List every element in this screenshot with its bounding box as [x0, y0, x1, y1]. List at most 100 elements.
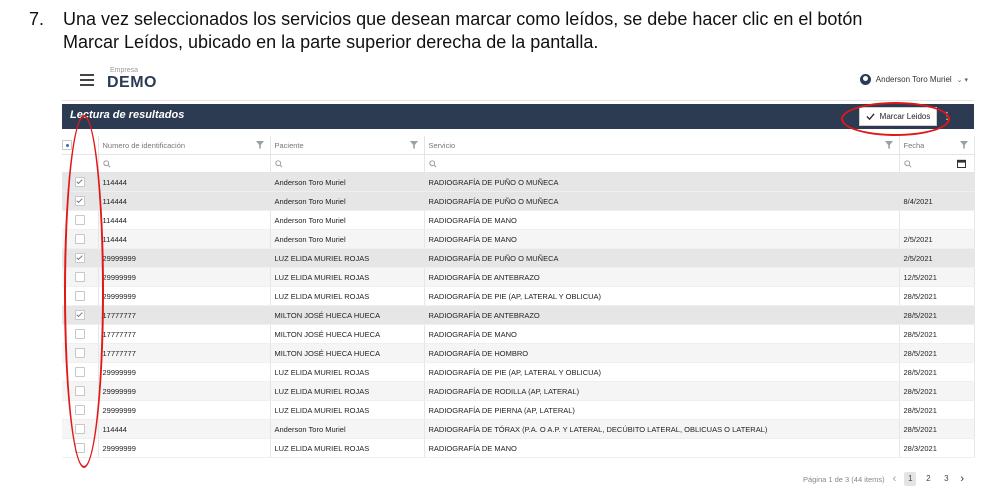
mark-read-button[interactable]: Marcar Leidos: [859, 107, 937, 126]
service-cell: RADIOGRAFÍA DE HOMBRO: [424, 343, 900, 363]
filter-icon[interactable]: [409, 141, 418, 149]
id-cell: 114444: [98, 172, 271, 192]
row-checkbox[interactable]: [74, 386, 85, 396]
service-cell: RADIOGRAFÍA DE PUÑO O MUÑECA: [424, 191, 900, 211]
more-options-icon[interactable]: ⋮: [942, 109, 952, 124]
filter-icon[interactable]: [884, 141, 893, 149]
column-header[interactable]: Numero de identificación: [98, 136, 271, 155]
row-select-cell: [62, 419, 99, 439]
table-row[interactable]: 29999999 LUZ ELIDA MURIEL ROJAS RADIOGRAFÍ…: [62, 400, 975, 420]
date-cell: 28/5/2021: [899, 400, 975, 420]
row-select-cell: [62, 362, 99, 382]
table-row[interactable]: 114444 Anderson Toro Muriel RADIOGRAFÍA DE…: [62, 210, 975, 230]
date-cell: 12/5/2021: [899, 267, 975, 287]
row-checkbox[interactable]: [74, 215, 85, 225]
row-select-cell: [62, 248, 99, 268]
id-cell: 29999999: [98, 248, 271, 268]
id-cell: 114444: [98, 191, 271, 211]
table-row[interactable]: 17777777 MILTON JOSÉ HUECA HUECA RADIOGRAF…: [62, 324, 975, 344]
row-checkbox[interactable]: [74, 177, 85, 187]
check-icon: [866, 113, 875, 121]
patient-filter-input[interactable]: [270, 154, 425, 173]
table-row[interactable]: 29999999 LUZ ELIDA MURIEL ROJAS RADIOGRAFÍ…: [62, 438, 975, 458]
table-row[interactable]: 29999999 LUZ ELIDA MURIEL ROJAS RADIOGRAFÍ…: [62, 362, 975, 382]
prev-page-icon[interactable]: ‹: [893, 473, 897, 485]
date-filter-input[interactable]: [899, 154, 975, 173]
date-cell: 28/5/2021: [899, 324, 975, 344]
row-select-cell: [62, 191, 99, 211]
service-cell: RADIOGRAFÍA DE PIERNA (AP, LATERAL): [424, 400, 900, 420]
step-text: Una vez seleccionados los servicios que …: [63, 9, 863, 52]
id-filter-input[interactable]: [98, 154, 271, 173]
pagination: Página 1 de 3 (44 items) ‹ 123 ›: [803, 472, 964, 486]
row-checkbox[interactable]: [74, 310, 85, 320]
page-button[interactable]: 3: [940, 472, 952, 486]
id-cell: 114444: [98, 210, 271, 230]
row-checkbox[interactable]: [74, 405, 85, 415]
id-cell: 17777777: [98, 343, 271, 363]
service-filter-input[interactable]: [424, 154, 900, 173]
table-row[interactable]: 29999999 LUZ ELIDA MURIEL ROJAS RADIOGRAFÍ…: [62, 248, 975, 268]
patient-cell: LUZ ELIDA MURIEL ROJAS: [270, 267, 425, 287]
table-row[interactable]: 29999999 LUZ ELIDA MURIEL ROJAS RADIOGRAFÍ…: [62, 381, 975, 401]
service-cell: RADIOGRAFÍA DE MANO: [424, 438, 900, 458]
service-cell: RADIOGRAFÍA DE PUÑO O MUÑECA: [424, 172, 900, 192]
table-row[interactable]: 114444 Anderson Toro Muriel RADIOGRAFÍA DE…: [62, 229, 975, 249]
row-checkbox[interactable]: [74, 367, 85, 377]
row-checkbox[interactable]: [74, 291, 85, 301]
patient-cell: LUZ ELIDA MURIEL ROJAS: [270, 286, 425, 306]
row-select-cell: [62, 438, 99, 458]
id-cell: 29999999: [98, 400, 271, 420]
row-checkbox[interactable]: [74, 348, 85, 358]
patient-cell: MILTON JOSÉ HUECA HUECA: [270, 343, 425, 363]
row-checkbox[interactable]: [74, 424, 85, 434]
filter-icon[interactable]: [255, 141, 264, 149]
filter-row: [62, 154, 975, 173]
id-cell: 29999999: [98, 362, 271, 382]
results-table: Numero de identificación Paciente Servic…: [62, 136, 975, 458]
column-header[interactable]: Fecha: [899, 136, 975, 155]
table-row[interactable]: 114444 Anderson Toro Muriel RADIOGRAFÍA DE…: [62, 191, 975, 211]
row-checkbox[interactable]: [74, 196, 85, 206]
table-row[interactable]: 114444 Anderson Toro Muriel RADIOGRAFÍA DE…: [62, 172, 975, 192]
service-cell: RADIOGRAFÍA DE MANO: [424, 210, 900, 230]
table-row[interactable]: 29999999 LUZ ELIDA MURIEL ROJAS RADIOGRAFÍ…: [62, 267, 975, 287]
app-window: Empresa DEMO Anderson Toro Muriel ⌄ ▾ Le…: [62, 64, 975, 486]
select-all-checkbox[interactable]: [62, 140, 72, 150]
user-avatar-icon: [859, 74, 871, 85]
row-select-cell: [62, 381, 99, 401]
row-select-cell: [62, 286, 99, 306]
table-row[interactable]: 17777777 MILTON JOSÉ HUECA HUECA RADIOGRAF…: [62, 305, 975, 325]
calendar-icon[interactable]: [956, 159, 966, 168]
patient-cell: MILTON JOSÉ HUECA HUECA: [270, 305, 425, 325]
row-checkbox[interactable]: [74, 253, 85, 263]
date-cell: 2/5/2021: [899, 229, 975, 249]
filter-icon[interactable]: [959, 141, 968, 149]
id-cell: 17777777: [98, 324, 271, 344]
page-button[interactable]: 1: [904, 472, 917, 486]
row-checkbox[interactable]: [74, 443, 85, 453]
id-cell: 114444: [98, 419, 271, 439]
id-cell: 29999999: [98, 438, 271, 458]
table-header-row: Numero de identificación Paciente Servic…: [62, 136, 975, 155]
row-select-cell: [62, 210, 99, 230]
patient-cell: LUZ ELIDA MURIEL ROJAS: [270, 381, 425, 401]
patient-cell: MILTON JOSÉ HUECA HUECA: [270, 324, 425, 344]
service-cell: RADIOGRAFÍA DE PIE (AP, LATERAL Y OBLICU…: [424, 362, 900, 382]
page-button[interactable]: 2: [922, 472, 934, 486]
row-checkbox[interactable]: [74, 234, 85, 244]
table-row[interactable]: 29999999 LUZ ELIDA MURIEL ROJAS RADIOGRAFÍ…: [62, 286, 975, 306]
menu-icon[interactable]: [80, 74, 94, 86]
date-cell: 28/5/2021: [899, 286, 975, 306]
next-page-icon[interactable]: ›: [960, 473, 964, 485]
row-select-cell: [62, 172, 99, 192]
column-header[interactable]: Servicio: [424, 136, 900, 155]
column-header[interactable]: Paciente: [270, 136, 425, 155]
row-checkbox[interactable]: [74, 329, 85, 339]
table-row[interactable]: 114444 Anderson Toro Muriel RADIOGRAFÍA DE…: [62, 419, 975, 439]
row-checkbox[interactable]: [74, 272, 85, 282]
user-menu[interactable]: Anderson Toro Muriel ⌄ ▾: [859, 74, 968, 85]
table-row[interactable]: 17777777 MILTON JOSÉ HUECA HUECA RADIOGRAF…: [62, 343, 975, 363]
service-cell: RADIOGRAFÍA DE ANTEBRAZO: [424, 305, 900, 325]
date-cell: 28/5/2021: [899, 362, 975, 382]
